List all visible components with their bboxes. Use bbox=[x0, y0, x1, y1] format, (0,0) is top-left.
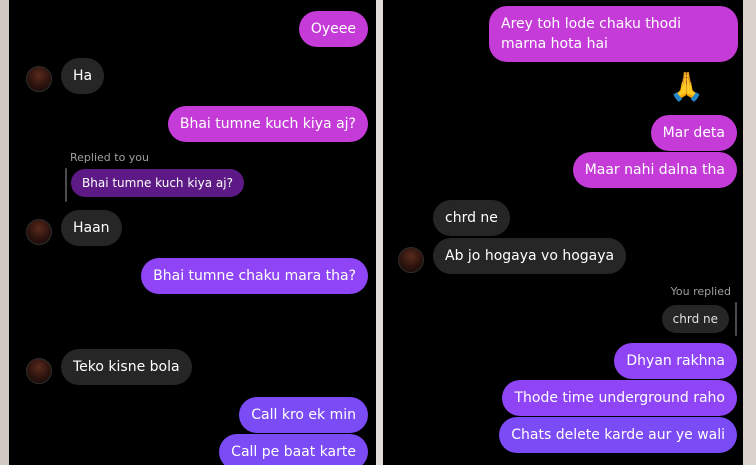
quoted-message[interactable]: chrd ne bbox=[661, 305, 729, 333]
message-outgoing[interactable]: Thode time underground raho bbox=[502, 380, 737, 416]
message-incoming[interactable]: Teko kisne bola bbox=[61, 349, 192, 385]
contact-avatar[interactable] bbox=[26, 66, 52, 92]
replied-to-you-label: Replied to you bbox=[70, 151, 150, 164]
message-outgoing[interactable]: Call kro ek min bbox=[239, 397, 368, 433]
message-outgoing[interactable]: Oyeee bbox=[298, 11, 368, 47]
right-edge-strip bbox=[743, 0, 756, 465]
contact-avatar[interactable] bbox=[398, 247, 424, 273]
message-incoming[interactable]: Ab jo hogaya vo hogaya bbox=[433, 238, 627, 274]
chat-panel-left: Oyeee Ha Bhai tumne kuch kiya aj? Replie… bbox=[9, 0, 376, 465]
message-outgoing[interactable]: Chats delete karde aur ye wali bbox=[499, 417, 737, 453]
chat-panel-right: Arey toh lode chaku thodi marna hota hai… bbox=[383, 0, 743, 465]
message-incoming[interactable]: Haan bbox=[61, 210, 122, 246]
message-outgoing[interactable]: Dhyan rakhna bbox=[614, 343, 737, 379]
reply-indicator-line bbox=[735, 302, 737, 336]
quoted-message[interactable]: Bhai tumne kuch kiya aj? bbox=[71, 169, 244, 197]
contact-avatar[interactable] bbox=[26, 358, 52, 384]
message-incoming[interactable]: chrd ne bbox=[433, 200, 510, 236]
message-outgoing[interactable]: Mar deta bbox=[650, 115, 737, 151]
message-incoming[interactable]: Ha bbox=[61, 58, 105, 94]
message-outgoing[interactable]: Arey toh lode chaku thodi marna hota hai bbox=[489, 6, 738, 62]
message-outgoing[interactable]: Bhai tumne kuch kiya aj? bbox=[167, 106, 368, 142]
left-edge-strip bbox=[0, 0, 9, 465]
reply-indicator-line bbox=[65, 168, 67, 202]
pray-crying-emoji-message[interactable]: 🙏😭 bbox=[669, 72, 737, 102]
message-outgoing[interactable]: Bhai tumne chaku mara tha? bbox=[141, 258, 368, 294]
you-replied-label: You replied bbox=[670, 285, 731, 298]
crying-emoji-message[interactable]: 😭 bbox=[333, 305, 366, 335]
message-outgoing[interactable]: Maar nahi dalna tha bbox=[572, 152, 737, 188]
contact-avatar[interactable] bbox=[26, 219, 52, 245]
message-outgoing[interactable]: Call pe baat karte bbox=[219, 434, 368, 465]
panel-divider bbox=[376, 0, 383, 465]
